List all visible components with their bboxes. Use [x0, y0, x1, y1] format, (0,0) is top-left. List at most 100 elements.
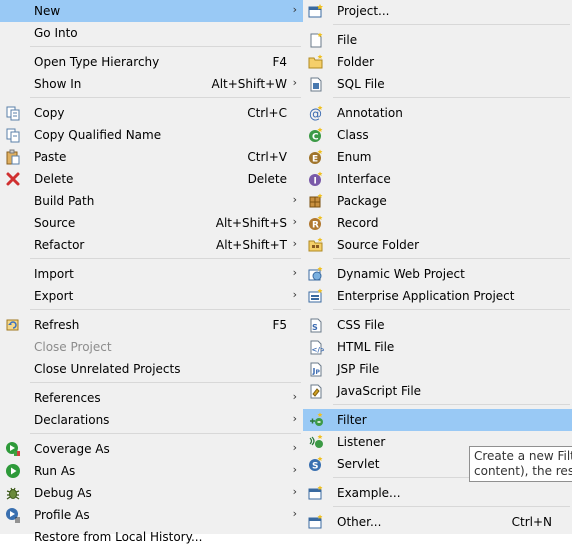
menu-item-profile-as[interactable]: Profile As ›	[0, 504, 303, 526]
menu-item-label: Close Unrelated Projects	[34, 362, 181, 376]
menu-item-label: Package	[337, 194, 387, 208]
menu-item-interface[interactable]: I Interface	[303, 168, 572, 190]
copy-icon	[6, 106, 20, 121]
menu-item-refresh[interactable]: Refresh F5	[0, 314, 303, 336]
annotation-icon: @	[309, 105, 323, 121]
submenu-arrow-icon: ›	[292, 215, 297, 228]
menu-item-enum[interactable]: E Enum	[303, 146, 572, 168]
menu-item-filter[interactable]: Filter	[303, 409, 572, 431]
menu-item-show-in[interactable]: Show In Alt+Shift+W ›	[0, 73, 303, 95]
submenu-arrow-icon: ›	[292, 485, 297, 498]
submenu-arrow-icon: ›	[292, 237, 297, 250]
menu-separator	[333, 258, 570, 259]
menu-item-declarations[interactable]: Declarations ›	[0, 409, 303, 431]
menu-item-file[interactable]: File	[303, 29, 572, 51]
menu-item-open-type-hierarchy[interactable]: Open Type Hierarchy F4	[0, 51, 303, 73]
sql-file-icon	[310, 77, 322, 92]
menu-item-enterprise-application-project[interactable]: Enterprise Application Project	[303, 285, 572, 307]
menu-item-example[interactable]: Example...	[303, 482, 572, 504]
paste-icon	[6, 149, 20, 165]
web-project-icon	[308, 266, 323, 281]
menu-item-label: Debug As	[34, 486, 92, 500]
menu-item-sql-file[interactable]: SQL File	[303, 73, 572, 95]
menu-separator	[333, 506, 570, 507]
menu-item-label: Export	[34, 289, 74, 303]
menu-item-shortcut: Ctrl+N	[511, 515, 552, 529]
css-file-icon: S	[310, 318, 322, 333]
debug-bug-icon	[6, 487, 20, 500]
menu-item-class[interactable]: C Class	[303, 124, 572, 146]
menu-item-coverage-as[interactable]: Coverage As ›	[0, 438, 303, 460]
menu-item-close-unrelated-projects[interactable]: Close Unrelated Projects	[0, 358, 303, 380]
coverage-icon	[6, 442, 20, 456]
menu-item-record[interactable]: R Record	[303, 212, 572, 234]
class-icon: C	[309, 127, 323, 143]
menu-separator	[333, 404, 570, 405]
menu-item-label: Show In	[34, 77, 82, 91]
menu-item-new[interactable]: New ›	[0, 0, 303, 22]
menu-item-copy[interactable]: Copy Ctrl+C	[0, 102, 303, 124]
menu-item-delete[interactable]: Delete Delete	[0, 168, 303, 190]
menu-item-dynamic-web-project[interactable]: Dynamic Web Project	[303, 263, 572, 285]
menu-item-project[interactable]: Project...	[303, 0, 572, 22]
menu-item-css-file[interactable]: S CSS File	[303, 314, 572, 336]
menu-item-shortcut: Alt+Shift+S	[215, 216, 287, 230]
menu-item-label: Class	[337, 128, 369, 142]
delete-icon	[6, 172, 20, 186]
menu-item-source-folder[interactable]: Source Folder	[303, 234, 572, 256]
menu-item-folder[interactable]: Folder	[303, 51, 572, 73]
menu-item-label: Run As	[34, 464, 76, 478]
menu-item-debug-as[interactable]: Debug As ›	[0, 482, 303, 504]
menu-item-label: Refactor	[34, 238, 85, 252]
menu-item-other[interactable]: Other... Ctrl+N	[303, 511, 572, 533]
submenu-arrow-icon: ›	[292, 463, 297, 476]
copy-qualified-name-icon	[6, 128, 20, 143]
menu-item-html-file[interactable]: </> HTML File	[303, 336, 572, 358]
menu-item-close-project[interactable]: Close Project	[0, 336, 303, 358]
menu-item-label: Copy	[34, 106, 65, 120]
menu-item-paste[interactable]: Paste Ctrl+V	[0, 146, 303, 168]
menu-item-run-as[interactable]: Run As ›	[0, 460, 303, 482]
svg-text:</>: </>	[312, 346, 325, 354]
menu-item-copy-qualified-name[interactable]: Copy Qualified Name	[0, 124, 303, 146]
menu-item-restore-from-local-history[interactable]: Restore from Local History...	[0, 526, 303, 548]
menu-item-label: Source	[34, 216, 76, 230]
menu-item-label: HTML File	[337, 340, 395, 354]
menu-item-build-path[interactable]: Build Path ›	[0, 190, 303, 212]
menu-item-package[interactable]: Package	[303, 190, 572, 212]
menu-item-import[interactable]: Import ›	[0, 263, 303, 285]
menu-item-label: Import	[34, 267, 74, 281]
profile-icon	[6, 508, 20, 523]
menu-item-shortcut: Alt+Shift+T	[216, 238, 287, 252]
menu-item-label: SQL File	[337, 77, 385, 91]
menu-item-label: Open Type Hierarchy	[34, 55, 160, 69]
other-wizard-icon	[308, 514, 323, 529]
svg-text:I: I	[314, 177, 317, 187]
interface-icon: I	[309, 171, 323, 187]
menu-item-label: Refresh	[34, 318, 80, 332]
menu-item-refactor[interactable]: Refactor Alt+Shift+T ›	[0, 234, 303, 256]
menu-item-annotation[interactable]: @ Annotation	[303, 102, 572, 124]
run-icon	[6, 464, 20, 478]
menu-item-label: Annotation	[337, 106, 403, 120]
context-menu: New › Go Into Open Type Hierarchy F4 Sho…	[0, 0, 304, 544]
submenu-arrow-icon: ›	[292, 193, 297, 206]
menu-item-label: Close Project	[34, 340, 112, 354]
menu-item-label: Paste	[34, 150, 67, 164]
menu-separator	[30, 309, 301, 310]
menu-item-label: Enterprise Application Project	[337, 289, 515, 303]
menu-item-jsp-file[interactable]: P JSP File	[303, 358, 572, 380]
menu-item-export[interactable]: Export ›	[0, 285, 303, 307]
menu-item-references[interactable]: References ›	[0, 387, 303, 409]
svg-text:R: R	[312, 221, 319, 231]
menu-item-source[interactable]: Source Alt+Shift+S ›	[0, 212, 303, 234]
menu-item-javascript-file[interactable]: JavaScript File	[303, 380, 572, 402]
javascript-file-icon	[310, 384, 322, 399]
menu-item-go-into[interactable]: Go Into	[0, 22, 303, 44]
new-folder-icon	[308, 54, 323, 69]
menu-item-label: Record	[337, 216, 379, 230]
menu-item-label: JSP File	[337, 362, 380, 376]
svg-text:E: E	[312, 155, 318, 165]
submenu-arrow-icon: ›	[292, 507, 297, 520]
menu-item-label: Dynamic Web Project	[337, 267, 465, 281]
